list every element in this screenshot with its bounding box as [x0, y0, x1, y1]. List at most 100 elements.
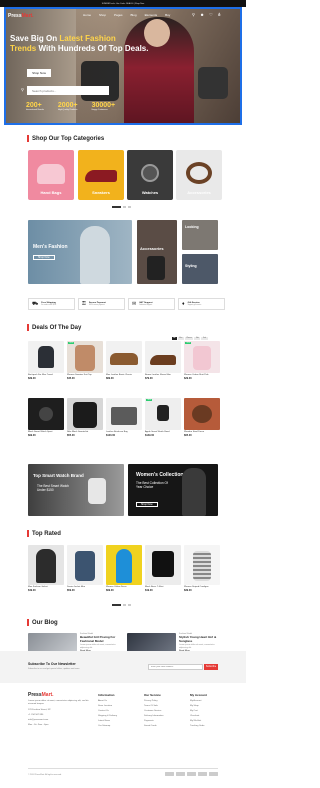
accessories-banner[interactable]: Accessories [137, 220, 177, 284]
section-heading: Deals Of The Day [32, 324, 82, 331]
product-card[interactable]: Wooden Stool Decor $65.00 [184, 398, 220, 440]
feature-subtitle: Support gift service [187, 305, 202, 306]
category-sneakers[interactable]: Sneakers [78, 150, 124, 200]
product-price: $39.00 [184, 589, 192, 592]
cart-icon[interactable]: ⛢ [218, 12, 221, 17]
category-accessories[interactable]: Accessories [176, 150, 222, 200]
nav-item-shop[interactable]: Shop [99, 13, 106, 17]
hero-title-part-1: Save Big On [10, 34, 60, 43]
category-label: Sneakers [92, 190, 110, 195]
styling-banner[interactable]: Styling [182, 254, 218, 284]
looking-banner[interactable]: Looking [182, 220, 218, 250]
footer-column-heading: Information [98, 693, 115, 697]
footer-link[interactable]: Tracking Order [190, 724, 207, 729]
product-card[interactable]: Leather Briefcase Bag $120.00 [106, 398, 142, 440]
banner-title: Looking [185, 225, 199, 229]
footer-logo[interactable]: PressMart. [28, 692, 54, 698]
product-card[interactable]: Men Fashion Jacket $49.00 [28, 545, 64, 592]
footer-about-text: Lorem ipsum dolor sit amet, consectetur … [28, 700, 89, 705]
product-card[interactable]: Men Leather Boots Classic $89.00 [106, 341, 142, 383]
logo-text: Press [28, 692, 42, 698]
user-icon[interactable]: ☻ [200, 12, 204, 17]
category-label: Watches [141, 190, 159, 195]
product-card[interactable]: Women Yellow Dress $69.00 [106, 545, 142, 592]
carousel-dots[interactable] [112, 206, 134, 208]
mens-shop-now-button[interactable]: Shop Now [33, 255, 55, 260]
product-price: $29.00 [184, 377, 192, 380]
main-nav: Home Shop Pages Blog Elements Buy [83, 13, 170, 17]
womens-shop-now-button[interactable]: Shop Now [136, 502, 158, 507]
product-image [106, 545, 142, 585]
product-price: $55.00 [67, 434, 75, 437]
stat-number: 2000+ [57, 102, 78, 109]
product-card[interactable]: -10% Apple Smart Watch Band $149.00 [145, 398, 181, 440]
tab-women[interactable]: Women [184, 337, 194, 340]
tab-kids[interactable]: Kids [194, 337, 201, 340]
blog-post: Fashion Model Beautiful Girl Posing For … [80, 633, 124, 652]
sneaker-image [85, 170, 117, 182]
feature-free-shipping: ⛟ Free Shipping For orders over $100 [28, 298, 75, 310]
product-image [67, 398, 103, 430]
nav-item-elements[interactable]: Elements [145, 13, 158, 17]
newsletter-email-input[interactable] [148, 664, 203, 670]
footer-link[interactable]: Saved Cards [144, 724, 163, 729]
product-image [28, 545, 64, 585]
product-price: $120.00 [106, 434, 116, 437]
tab-all[interactable]: All [172, 337, 177, 340]
womens-collection-banner[interactable]: Women's Collection The Best Collection O… [128, 464, 218, 516]
product-image [28, 341, 64, 373]
heart-icon[interactable]: ♡ [209, 12, 213, 17]
stat-label: International Brands [26, 109, 44, 111]
stat-label: Happy Customers [91, 109, 108, 111]
product-card[interactable]: Backpack For Men Travel $39.00 [28, 341, 64, 383]
category-label: Hand Bags [40, 190, 62, 195]
product-price: $79.00 [145, 377, 153, 380]
product-image [184, 545, 220, 585]
blog-excerpt: Lorem ipsum dolor sit amet, consectetur … [179, 644, 215, 649]
product-card[interactable]: Black Basic T-Shirt $19.00 [145, 545, 181, 592]
blog-post-title[interactable]: Beautiful Girl Posing For Fashional Mode… [80, 635, 124, 643]
product-card[interactable]: Nike Black Sweatshirt $55.00 [67, 398, 103, 440]
nav-item-buy[interactable]: Buy [165, 13, 170, 17]
product-card[interactable]: Black Smart Watch Sport $99.00 [28, 398, 64, 440]
logo-accent: Mart. [21, 13, 34, 19]
product-card[interactable]: -20% Women Sweater Knit Top $45.00 [67, 341, 103, 383]
accessory-image [147, 256, 165, 280]
blog-title: Our Blog [27, 619, 58, 626]
deals-title: Deals Of The Day [27, 324, 81, 331]
section-heading: Top Rated [32, 530, 61, 537]
stat-number: 30000+ [91, 102, 116, 109]
mens-fashion-banner[interactable]: Men's Fashion Shop Now [28, 220, 132, 284]
product-card[interactable]: -15% Women Cotton Shirt Pink $29.00 [184, 341, 220, 383]
product-card[interactable]: Women Striped Cardigan $39.00 [184, 545, 220, 592]
product-card[interactable]: Denim Jacket Men $59.00 [67, 545, 103, 592]
product-card[interactable]: Brown Leather Shoes Men $79.00 [145, 341, 181, 383]
hero-search-input[interactable] [27, 86, 109, 95]
product-price: $65.00 [184, 434, 192, 437]
smart-watch-banner[interactable]: Top Smart Watch Brand The Best Smart Wat… [28, 464, 124, 516]
blog-post-title[interactable]: Stylish Young Heart Girl & Sunglass [179, 635, 223, 643]
tab-sale[interactable]: Sale [201, 337, 208, 340]
copyright-text: © 2024 PressMart. All rights reserved. [28, 774, 62, 776]
nav-item-blog[interactable]: Blog [131, 13, 137, 17]
header-icons: ⚲ ☻ ♡ ⛢ [192, 12, 221, 17]
subscribe-button[interactable]: Subscribe [204, 664, 218, 670]
nav-item-home[interactable]: Home [83, 13, 91, 17]
deals-filter-tabs: All Men Women Kids Sale [172, 337, 208, 340]
product-image [28, 398, 64, 430]
search-icon[interactable]: ⚲ [192, 12, 195, 17]
nav-item-pages[interactable]: Pages [114, 13, 123, 17]
footer-link[interactable]: Our Sitemap [98, 724, 117, 729]
product-image [106, 398, 142, 430]
logo[interactable]: PressMart. [8, 13, 34, 19]
tab-men[interactable]: Men [177, 337, 184, 340]
section-heading: Our Blog [32, 619, 58, 626]
category-watches[interactable]: Watches [127, 150, 173, 200]
product-image [67, 545, 103, 585]
product-image [184, 398, 220, 430]
hero-shop-now-button[interactable]: Shop Now [27, 69, 51, 77]
gift-icon: ♦ [182, 301, 185, 307]
carousel-dots[interactable] [112, 604, 134, 606]
feature-subtitle: 100% secure payment [88, 305, 105, 306]
category-hand-bags[interactable]: Hand Bags [28, 150, 74, 200]
